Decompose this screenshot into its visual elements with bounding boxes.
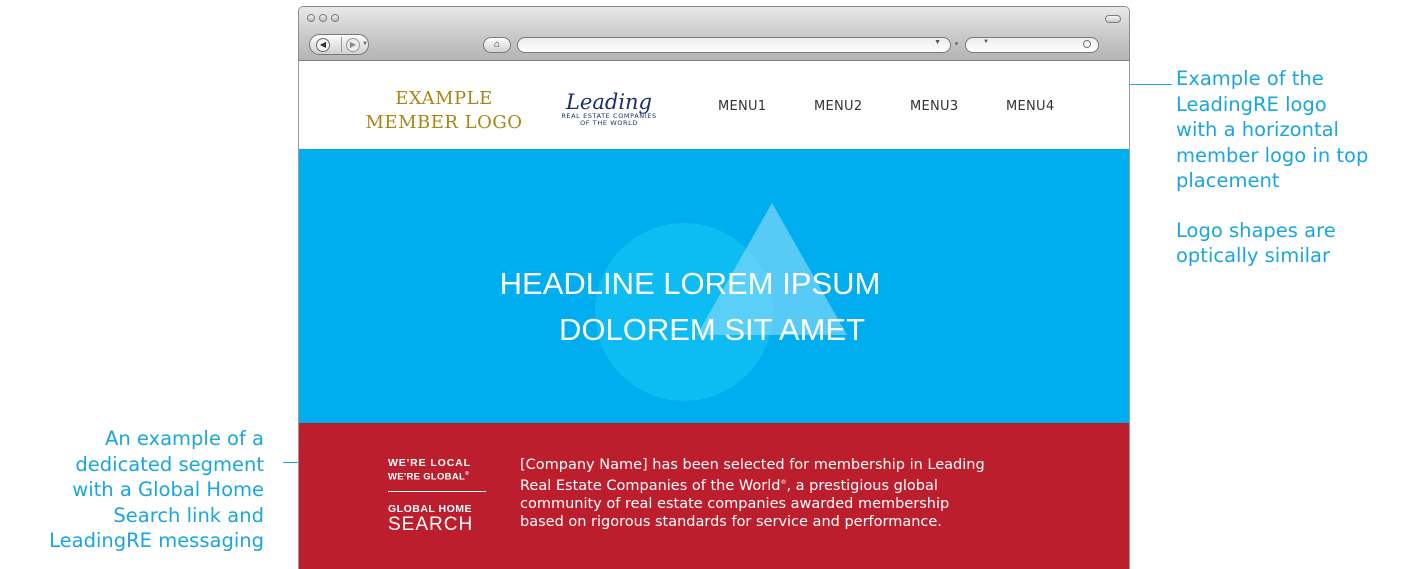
global-home-search-segment: WE'RE LOCAL WE'RE GLOBAL® GLOBAL HOME SE… [299, 423, 1129, 569]
address-bar[interactable]: ▼ [517, 37, 951, 53]
separator-dot [955, 42, 958, 45]
nav-menu2[interactable]: MENU2 [814, 99, 862, 114]
hero-headline: HEADLINE LOREM IPSUM DOLOREM SIT AMET [499, 266, 881, 347]
toolbar-toggle-button[interactable] [1105, 15, 1121, 23]
nav-divider [341, 37, 342, 52]
search-label: SEARCH [388, 514, 474, 535]
back-arrow-icon[interactable]: ◀ [316, 38, 330, 52]
dropdown-icon[interactable]: ▼ [934, 39, 941, 46]
forward-arrow-icon[interactable]: ▶ [346, 38, 360, 52]
annotation-logo-shapes: Logo shapes are optically similar [1176, 218, 1336, 268]
zoom-window-button[interactable] [331, 14, 339, 22]
tagline: WE'RE LOCAL WE'RE GLOBAL® [388, 457, 471, 483]
browser-search-field[interactable]: ▼ [965, 37, 1099, 53]
minimize-window-button[interactable] [319, 14, 327, 22]
leadingre-logo[interactable]: Leading REAL ESTATE COMPANIES OF THE WOR… [553, 91, 665, 127]
home-icon: ⌂ [493, 39, 501, 50]
browser-window: ◀ ▶ ▼ ⌂ ▼ ▼ EXAMPLE MEMBER LOGO Leading … [298, 6, 1130, 569]
hero-banner: HEADLINE LOREM IPSUM DOLOREM SIT AMET [299, 149, 1129, 423]
annotation-top-placement: Example of the LeadingRE logo with a hor… [1176, 66, 1412, 269]
annotation-logo-placement: Example of the LeadingRE logo with a hor… [1176, 67, 1369, 192]
nav-menu3[interactable]: MENU3 [910, 99, 958, 114]
nav-menu4[interactable]: MENU4 [1006, 99, 1054, 114]
leadingre-logo-script: Leading [565, 90, 653, 114]
close-window-button[interactable] [307, 14, 315, 22]
nav-menu1[interactable]: MENU1 [718, 99, 766, 114]
tagline-divider [388, 491, 486, 492]
annotation-dedicated-segment: An example of a dedicated segment with a… [49, 427, 264, 552]
leadingre-message: [Company Name] has been selected for mem… [520, 457, 985, 530]
search-icon [1083, 40, 1091, 48]
search-engine-dropdown-icon[interactable]: ▼ [983, 39, 989, 45]
member-logo[interactable]: EXAMPLE MEMBER LOGO [354, 87, 534, 135]
home-button[interactable]: ⌂ [483, 37, 511, 53]
browser-toolbar: ◀ ▶ ▼ ⌂ ▼ ▼ [298, 6, 1130, 61]
leadingre-logo-line2: OF THE WORLD [580, 119, 638, 127]
history-nav: ◀ ▶ ▼ [309, 34, 369, 55]
website-viewport: EXAMPLE MEMBER LOGO Leading REAL ESTATE … [298, 61, 1130, 569]
site-header: EXAMPLE MEMBER LOGO Leading REAL ESTATE … [299, 61, 1129, 149]
history-dropdown-icon[interactable]: ▼ [362, 41, 368, 47]
